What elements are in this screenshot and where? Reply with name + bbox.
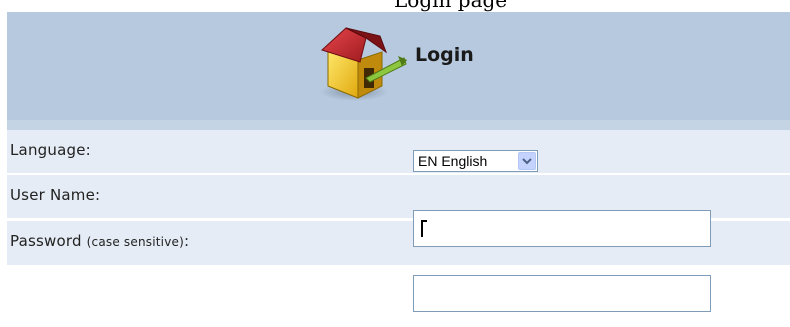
language-dropdown-button[interactable] bbox=[518, 152, 536, 170]
top-cropped-strip: Login page bbox=[0, 0, 790, 12]
login-header: Login bbox=[7, 12, 790, 120]
language-select[interactable]: EN English bbox=[413, 150, 538, 172]
language-row: Language: bbox=[7, 130, 790, 173]
password-input[interactable] bbox=[413, 275, 711, 312]
chevron-down-icon bbox=[522, 158, 532, 165]
password-label: Password (case sensitive): bbox=[10, 232, 189, 250]
header-separator bbox=[7, 120, 790, 130]
language-label: Language: bbox=[10, 141, 91, 159]
username-label: User Name: bbox=[10, 186, 101, 204]
house-login-icon bbox=[320, 27, 407, 101]
text-cursor bbox=[421, 220, 427, 237]
page-title: Login bbox=[415, 44, 474, 66]
top-cropped-text: Login page bbox=[394, 0, 508, 12]
language-select-value: EN English bbox=[418, 153, 488, 169]
password-label-note: (case sensitive) bbox=[86, 235, 184, 249]
password-label-main: Password bbox=[10, 232, 82, 250]
password-label-colon: : bbox=[183, 232, 190, 250]
username-input[interactable] bbox=[413, 210, 711, 247]
